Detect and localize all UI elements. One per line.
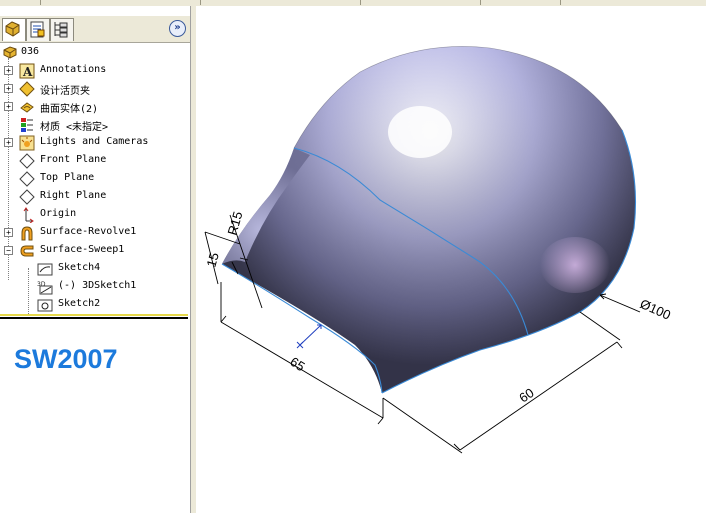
tree-item-surface-revolve[interactable]: + Surface-Revolve1 (0, 224, 190, 242)
dimension-100-leader (599, 294, 641, 313)
design-binder-icon (19, 81, 35, 97)
tree-item-label: Surface-Revolve1 (40, 226, 137, 237)
expand-icon[interactable]: + (4, 228, 13, 237)
coordinate-triad-icon (296, 324, 322, 349)
material-icon (21, 118, 33, 132)
tab-configuration-manager[interactable] (50, 18, 74, 41)
tree-item-label: Origin (40, 208, 77, 219)
tree-item-label: 材质 <未指定> (40, 122, 109, 133)
tree-item-surface-bodies[interactable]: + 曲面实体(2) (0, 98, 190, 116)
tree-child-3dsketch1[interactable]: 3D (-) 3DSketch1 (0, 278, 190, 296)
dimension-100[interactable]: Ø100 (638, 296, 673, 323)
origin-icon (23, 207, 34, 223)
tree-item-label: Annotations (40, 64, 107, 75)
property-manager-icon (30, 21, 45, 38)
tab-feature-manager[interactable] (2, 18, 26, 41)
tree-child-sketch2[interactable]: Sketch2 (0, 296, 190, 314)
tree-item-label: Lights and Cameras (40, 136, 149, 147)
revolve-icon (21, 226, 33, 241)
3d-sketch-icon: 3D (37, 281, 53, 295)
plane-icon (19, 171, 35, 187)
tree-item-label: Sketch4 (58, 262, 101, 273)
specular-highlight (388, 106, 452, 158)
feature-manager-icon (5, 21, 20, 37)
part-icon (3, 46, 17, 59)
tree-item-label: (-) 3DSketch1 (58, 280, 137, 291)
tree-item-design-binder[interactable]: + 设计活页夹 (0, 80, 190, 98)
version-label: SW2007 (14, 344, 118, 374)
expand-icon[interactable]: + (4, 138, 13, 147)
surface-highlight (540, 237, 610, 293)
tree-item-label: Top Plane (40, 172, 95, 183)
tree-item-surface-sweep[interactable]: − Surface-Sweep1 (0, 242, 190, 260)
dimension-60[interactable]: 60 (516, 385, 536, 406)
tree-item-label: Surface-Sweep1 (40, 244, 125, 255)
configuration-manager-icon (54, 22, 68, 38)
tab-property-manager[interactable] (26, 18, 50, 41)
tree-item-label: 设计活页夹 (40, 86, 90, 97)
expand-panel-button[interactable]: » (169, 20, 186, 37)
annotations-icon: A (19, 63, 35, 79)
tree-item-lights-cameras[interactable]: + Lights and Cameras (0, 134, 190, 152)
tree-item-right-plane[interactable]: Right Plane (0, 188, 190, 206)
graphics-viewport[interactable]: R15 15 65 60 Ø100 (196, 6, 706, 513)
tree-item-label: Front Plane (40, 154, 107, 165)
dimension-15[interactable]: 15 (203, 251, 221, 269)
expand-icon[interactable]: + (4, 66, 13, 75)
sketch-icon (37, 263, 53, 276)
tree-root-label: 036 (21, 46, 40, 57)
sweep-icon (20, 245, 34, 257)
tree-item-label: Right Plane (40, 190, 107, 201)
sketch-icon (37, 299, 53, 312)
tree-item-origin[interactable]: Origin (0, 206, 190, 224)
toolbar-separator (560, 0, 561, 5)
collapse-icon[interactable]: − (4, 246, 13, 255)
tree-child-sketch4[interactable]: Sketch4 (0, 260, 190, 278)
toolbar-separator (360, 0, 361, 5)
model-graphic: R15 15 65 60 Ø100 (203, 46, 673, 454)
tree-item-label: 曲面实体(2) (40, 104, 99, 115)
tree-item-material[interactable]: 材质 <未指定> (0, 116, 190, 134)
panel-divider-highlight (0, 314, 188, 316)
panel-divider[interactable] (0, 317, 188, 319)
toolbar-separator (200, 0, 201, 5)
panel-tab-row: » (0, 16, 191, 43)
surface-bodies-icon (20, 102, 34, 113)
expand-icon[interactable]: + (4, 102, 13, 111)
dimension-60-line (459, 341, 618, 451)
toolbar-separator (40, 0, 41, 5)
tree-root-item[interactable]: 036 (0, 44, 190, 62)
tree-item-top-plane[interactable]: Top Plane (0, 170, 190, 188)
toolbar-separator (480, 0, 481, 5)
plane-icon (19, 153, 35, 169)
svg-text:A: A (22, 65, 33, 79)
tree-item-label: Sketch2 (58, 298, 101, 309)
lights-icon (19, 135, 35, 151)
plane-icon (19, 189, 35, 205)
feature-manager-panel: » 036 + A Annotations + 设计活页夹 + 曲面实体(2) … (0, 6, 192, 513)
tree-item-annotations[interactable]: + A Annotations (0, 62, 190, 80)
expand-icon[interactable]: + (4, 84, 13, 93)
tree-item-front-plane[interactable]: Front Plane (0, 152, 190, 170)
